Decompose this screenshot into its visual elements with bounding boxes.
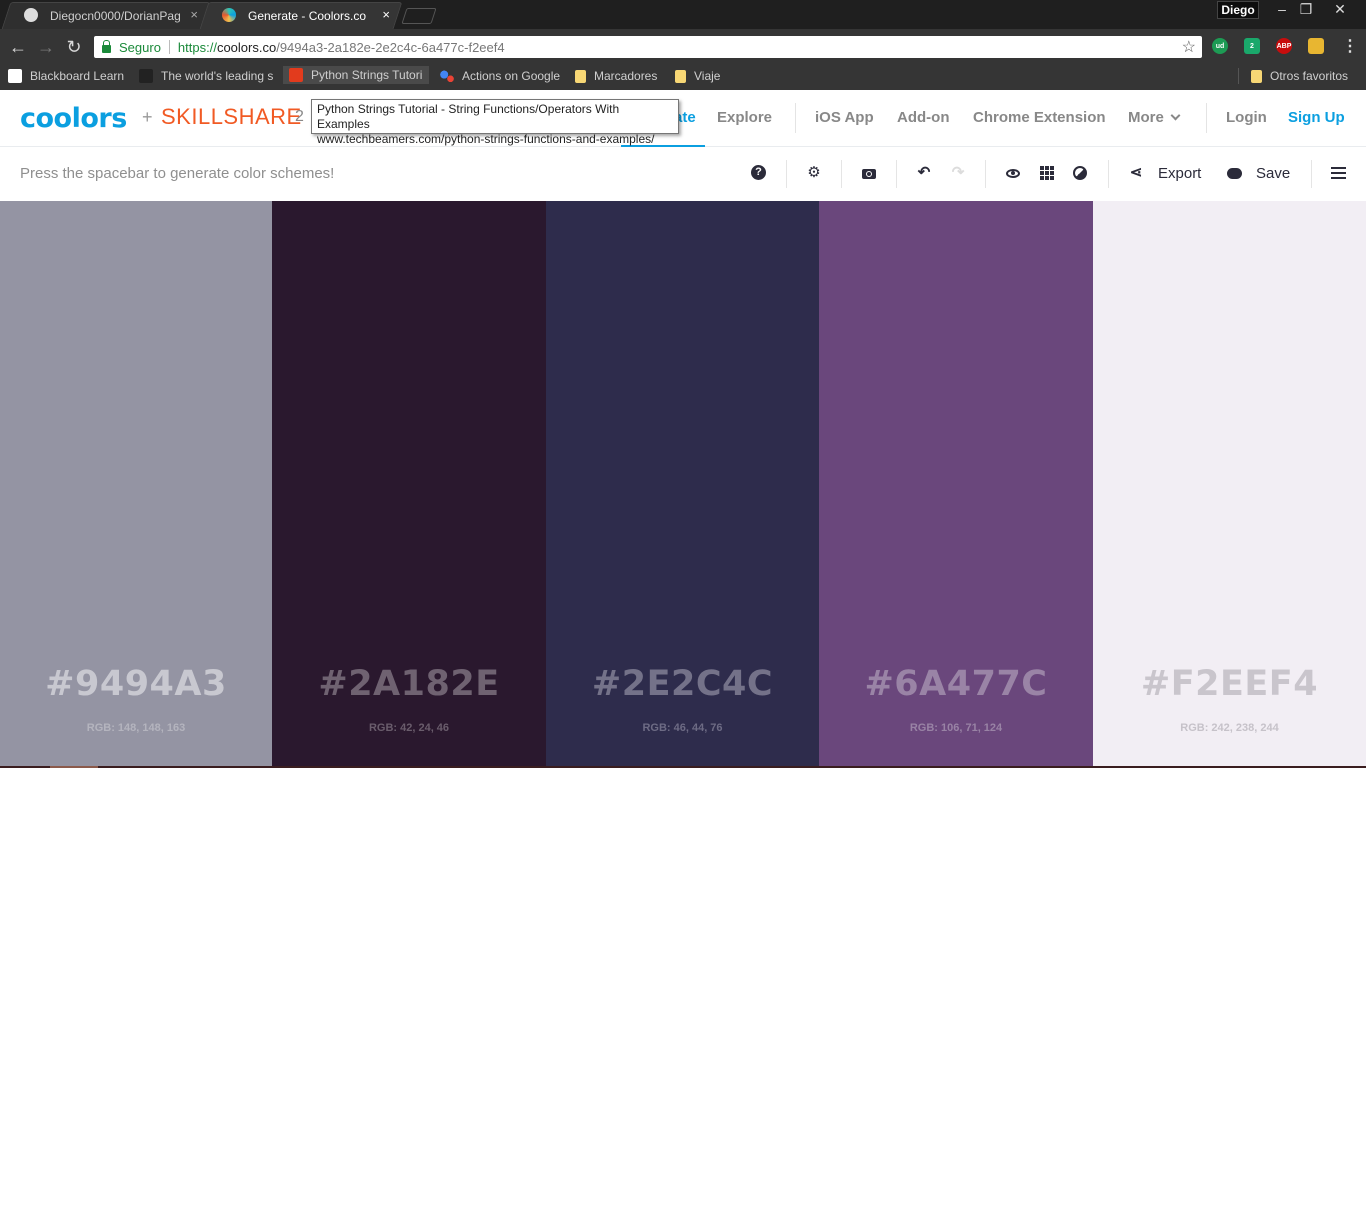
close-tab-icon[interactable]: × <box>190 7 198 22</box>
swatch-rgb: RGB: 46, 44, 76 <box>642 722 723 734</box>
color-swatch-4[interactable]: #6A477C RGB: 106, 71, 124 <box>819 201 1093 766</box>
palette-bottom-marker <box>50 766 98 768</box>
restore-icon[interactable]: ❐ <box>1294 1 1318 18</box>
close-window-icon[interactable]: ✕ <box>1328 1 1352 18</box>
grid-view-icon[interactable] <box>1040 166 1054 180</box>
swatch-hex[interactable]: #2E2C4C <box>546 664 819 704</box>
tooltip-url: www.techbeamers.com/python-strings-funct… <box>317 132 655 146</box>
swatch-hex[interactable]: #6A477C <box>819 664 1093 704</box>
forward-icon[interactable]: → <box>36 38 56 56</box>
extension-shield-icon[interactable]: 2 <box>1244 38 1260 54</box>
nav-login[interactable]: Login <box>1226 109 1267 126</box>
new-tab-button[interactable] <box>401 8 437 24</box>
browser-menu-icon[interactable]: ⋮ <box>1342 36 1358 56</box>
url-host: coolors.co <box>216 39 277 55</box>
reload-icon[interactable]: ↻ <box>64 38 84 56</box>
extension-adblock-icon[interactable]: ABP <box>1276 38 1292 54</box>
url-path: /9494a3-2a182e-2e2c4c-6a477c-f2eef4 <box>276 39 505 55</box>
color-palette: #9494A3 RGB: 148, 148, 163 #2A182E RGB: … <box>0 201 1366 766</box>
tab-github[interactable]: Diegocn0000/DorianPag × <box>1 2 211 29</box>
hamburger-menu-icon[interactable] <box>1331 167 1346 179</box>
minimize-icon[interactable]: – <box>1270 1 1294 17</box>
swatch-rgb: RGB: 148, 148, 163 <box>86 722 186 734</box>
undo-icon[interactable]: ↶ <box>916 165 932 181</box>
coolors-favicon-icon <box>222 8 236 22</box>
color-swatch-1[interactable]: #9494A3 RGB: 148, 148, 163 <box>0 201 272 766</box>
spacebar-hint: Press the spacebar to generate color sch… <box>20 165 335 182</box>
cloud-upload-icon[interactable] <box>1227 168 1242 179</box>
skillshare-logo[interactable]: SKILLSHARE <box>161 104 302 130</box>
techbeamers-icon <box>289 68 303 82</box>
palette-bottom-border <box>0 766 1366 768</box>
eye-icon[interactable] <box>1006 169 1020 178</box>
blackboard-icon <box>8 69 22 83</box>
nav-more[interactable]: More <box>1128 109 1181 126</box>
partner-extra-text: 2 <box>295 108 304 125</box>
nav-add-on[interactable]: Add-on <box>897 109 949 126</box>
back-icon[interactable]: ← <box>8 38 28 56</box>
lock-icon <box>102 39 111 53</box>
redo-icon[interactable]: ↷ <box>950 165 966 181</box>
folder-icon <box>575 69 586 83</box>
extension-ud-icon[interactable]: ud <box>1212 38 1228 54</box>
chevron-down-icon <box>1170 110 1181 121</box>
google-assistant-icon <box>440 69 454 83</box>
url-scheme: https:// <box>177 39 217 55</box>
contrast-icon[interactable] <box>1073 166 1087 180</box>
extension-misc-icon[interactable] <box>1308 38 1324 54</box>
nav-sign-up[interactable]: Sign Up <box>1288 109 1345 126</box>
color-swatch-5[interactable]: #F2EEF4 RGB: 242, 238, 244 <box>1093 201 1366 766</box>
bookmark-blackboard[interactable]: Blackboard Learn <box>8 69 124 83</box>
swatch-rgb: RGB: 42, 24, 46 <box>368 722 450 734</box>
bookmark-star-icon[interactable]: ☆ <box>1182 37 1196 57</box>
share-icon[interactable]: ⋖ <box>1128 165 1144 181</box>
bookmark-tooltip: Python Strings Tutorial - String Functio… <box>311 99 679 146</box>
tooltip-title: Python Strings Tutorial - String Functio… <box>317 102 620 131</box>
bookmark-folder-other[interactable]: Otros favoritos <box>1251 69 1348 83</box>
tab-title: Generate - Coolors.co <box>248 8 367 23</box>
help-icon[interactable]: ? <box>751 165 766 180</box>
nav-ios-app[interactable]: iOS App <box>815 109 874 126</box>
swatch-hex[interactable]: #F2EEF4 <box>1093 664 1366 704</box>
nav-explore[interactable]: Explore <box>717 109 772 126</box>
close-tab-icon[interactable]: × <box>382 7 390 22</box>
tab-coolors[interactable]: Generate - Coolors.co × <box>199 2 403 29</box>
swatch-rgb: RGB: 242, 238, 244 <box>1180 722 1279 734</box>
bookmark-worlds-leading[interactable]: The world's leading s <box>139 69 273 83</box>
nav-chrome-extension[interactable]: Chrome Extension <box>973 109 1106 126</box>
coolors-logo[interactable]: coolors <box>20 103 127 134</box>
site-icon <box>139 69 153 83</box>
bookmark-folder-viaje[interactable]: Viaje <box>675 69 720 83</box>
address-bar[interactable]: Seguro https:// coolors.co /9494a3-2a182… <box>94 36 1202 58</box>
folder-icon <box>675 69 686 83</box>
camera-icon[interactable] <box>862 169 876 179</box>
export-button[interactable]: Export <box>1158 165 1201 182</box>
folder-icon <box>1251 69 1262 83</box>
profile-button[interactable]: Diego <box>1217 1 1259 19</box>
bookmark-python-strings[interactable]: Python Strings Tutori <box>283 66 429 84</box>
color-swatch-3[interactable]: #2E2C4C RGB: 46, 44, 76 <box>546 201 819 766</box>
bookmark-actions-on-google[interactable]: Actions on Google <box>440 69 560 83</box>
color-swatch-2[interactable]: #2A182E RGB: 42, 24, 46 <box>272 201 546 766</box>
swatch-hex[interactable]: #9494A3 <box>0 664 272 704</box>
github-icon <box>24 8 38 22</box>
bookmark-folder-marcadores[interactable]: Marcadores <box>575 69 657 83</box>
swatch-hex[interactable]: #2A182E <box>272 664 546 704</box>
secure-label: Seguro <box>119 39 161 55</box>
logo-plus: + <box>142 107 153 127</box>
settings-icon[interactable]: ⚙ <box>806 165 822 181</box>
browser-tabstrip: Diegocn0000/DorianPag × Generate - Coolo… <box>0 0 1366 29</box>
save-button[interactable]: Save <box>1256 165 1290 182</box>
tab-title: Diegocn0000/DorianPag <box>50 8 180 23</box>
swatch-rgb: RGB: 106, 71, 124 <box>909 722 1003 734</box>
